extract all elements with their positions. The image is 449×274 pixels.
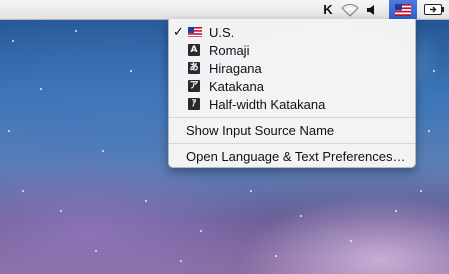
menu-separator [169,143,415,144]
check-mark-icon: ✓ [173,24,184,39]
us-flag-icon [188,26,202,37]
menu-item-label: Katakana [209,78,264,94]
input-source-menu: ✓ U.S. A Romaji あ Hiragana ア Katakana ｱ … [168,19,416,168]
menu-item-label: Open Language & Text Preferences… [186,148,406,164]
menu-separator [169,117,415,118]
menu-item-half-width-katakana[interactable]: ｱ Half-width Katakana [169,95,415,113]
wifi-icon[interactable] [341,2,359,17]
menu-item-us[interactable]: ✓ U.S. [169,23,415,41]
volume-icon[interactable] [364,2,378,17]
menu-item-open-language-preferences[interactable]: Open Language & Text Preferences… [169,147,415,165]
battery-icon[interactable] [423,2,445,17]
romaji-icon: A [188,44,200,56]
menu-item-label: Romaji [209,42,250,58]
menu-item-label: Half-width Katakana [209,96,326,112]
menu-bar: K [0,0,449,20]
keyboard-maestro-icon[interactable]: K [321,2,335,17]
menu-item-romaji[interactable]: A Romaji [169,41,415,59]
menu-item-label: U.S. [209,24,235,40]
hiragana-icon: あ [188,62,200,74]
menu-item-label: Hiragana [209,60,262,76]
input-source-flag-icon[interactable] [389,0,417,19]
menu-item-katakana[interactable]: ア Katakana [169,77,415,95]
menu-item-show-input-source-name[interactable]: Show Input Source Name [169,121,415,139]
half-width-katakana-icon: ｱ [188,98,200,110]
menu-item-label: Show Input Source Name [186,122,335,138]
katakana-icon: ア [188,80,200,92]
menu-item-hiragana[interactable]: あ Hiragana [169,59,415,77]
